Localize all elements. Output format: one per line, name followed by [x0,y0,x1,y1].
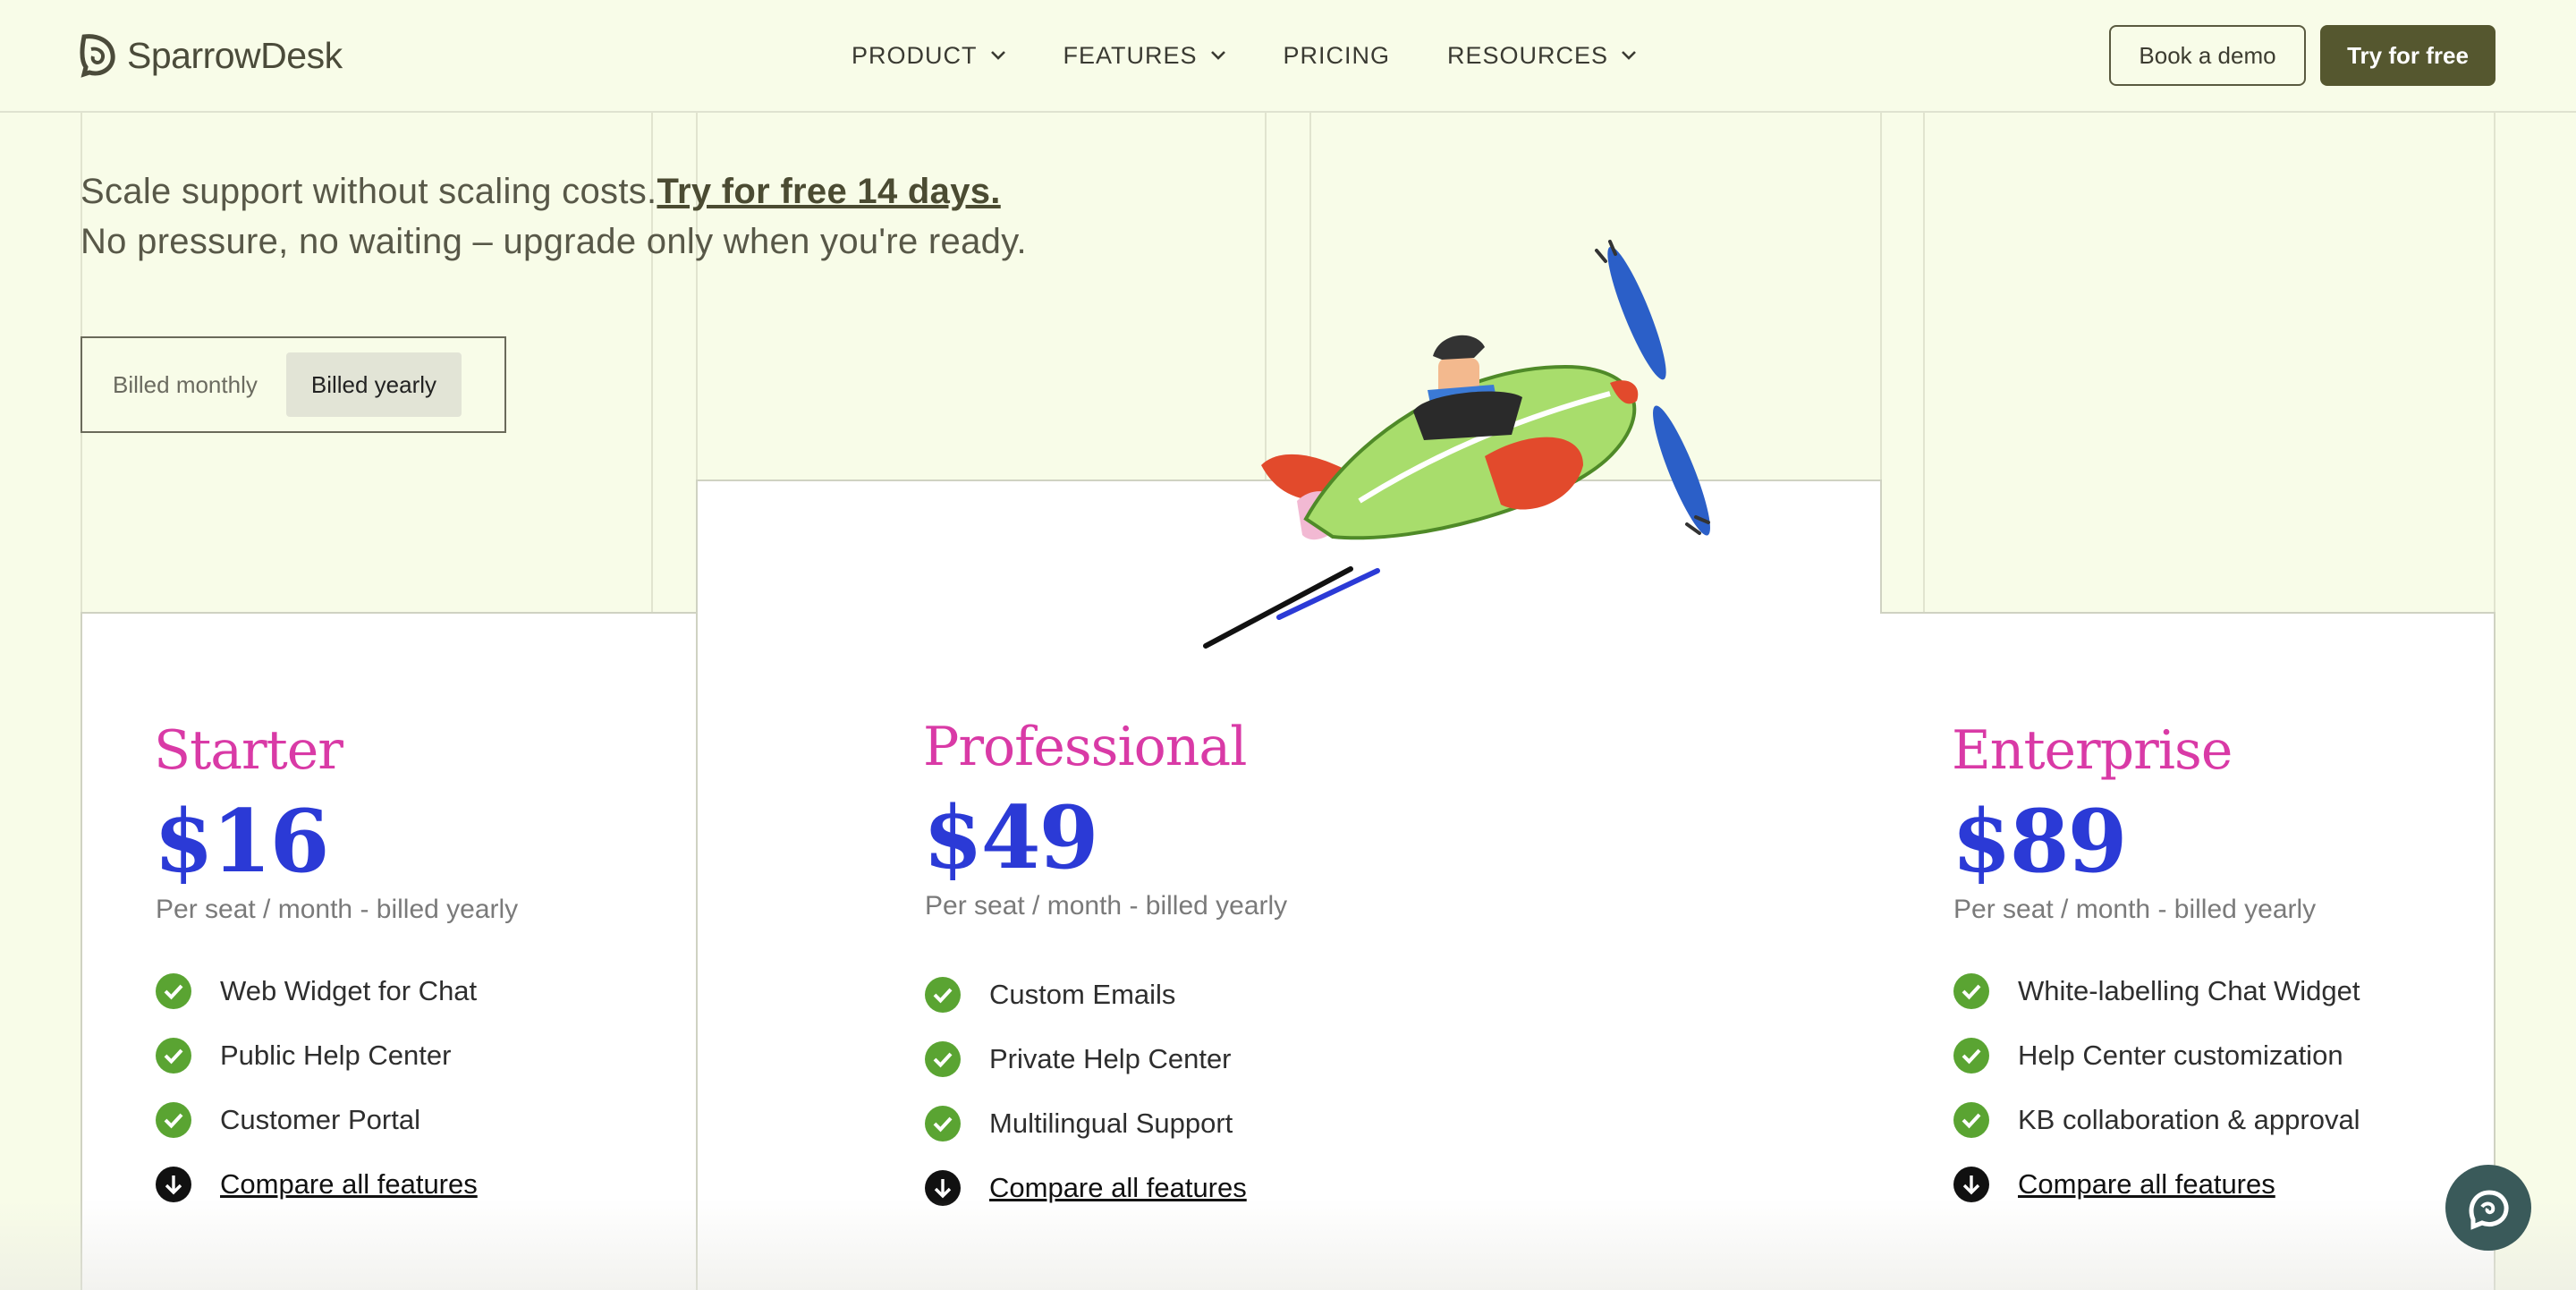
chevron-down-icon [990,51,1005,60]
plan-billing-note: Per seat / month - billed yearly [1953,895,2317,924]
feature-label: Custom Emails [989,979,1176,1010]
grid-line [1880,113,1882,480]
check-circle-icon [156,973,191,1009]
feature-list: White-labelling Chat Widget Help Center … [1953,959,2360,1217]
feature-label: Customer Portal [220,1104,420,1135]
check-circle-icon [1953,973,1989,1009]
main-menu: PRODUCT FEATURES PRICING RESOURCES [852,38,1694,73]
logo[interactable]: SparrowDesk [79,27,343,84]
chat-launcher-button[interactable] [2445,1165,2531,1251]
trial-link[interactable]: Try for free 14 days. [657,172,1000,211]
check-circle-icon [1953,1102,1989,1138]
list-item: Multilingual Support [925,1091,1247,1156]
plan-card-starter: Starter $16 Per seat / month - billed ye… [80,612,698,1290]
list-item: White-labelling Chat Widget [1953,959,2360,1023]
chevron-down-icon [1622,51,1636,60]
plan-name: Starter [154,719,343,782]
arrow-down-circle-icon [156,1167,191,1202]
feature-label: Private Help Center [989,1043,1232,1074]
check-circle-icon [925,1106,961,1141]
brand-name: SparrowDesk [127,34,343,76]
list-item: Public Help Center [156,1023,478,1088]
check-circle-icon [156,1102,191,1138]
hero-line-1: Scale support without scaling costs.Try … [80,166,1027,216]
list-item: KB collaboration & approval [1953,1088,2360,1152]
feature-label: Help Center customization [2018,1040,2343,1071]
top-navigation: SparrowDesk PRODUCT FEATURES PRICING RES… [0,0,2576,113]
plan-card-enterprise: Enterprise $89 Per seat / month - billed… [1880,612,2496,1290]
plan-price: $89 [1952,791,2127,892]
hero-line-2: No pressure, no waiting – upgrade only w… [80,222,1027,261]
sparrowdesk-logo-icon [80,34,115,78]
list-item: Web Widget for Chat [156,959,478,1023]
chat-bubble-icon [2469,1190,2509,1230]
menu-product[interactable]: PRODUCT [852,38,1006,73]
chevron-down-icon [1210,51,1225,60]
plan-billing-note: Per seat / month - billed yearly [925,891,1288,921]
plan-price: $16 [154,791,329,892]
grid-line [2494,113,2496,614]
list-item: Customer Portal [156,1088,478,1152]
hero-tagline: Scale support without scaling costs. [80,172,657,211]
feature-label: Public Help Center [220,1040,452,1071]
plan-billing-note: Per seat / month - billed yearly [156,895,519,924]
feature-label: Multilingual Support [989,1108,1233,1139]
plan-name: Enterprise [1952,719,2233,782]
check-circle-icon [1953,1038,1989,1074]
list-item: Private Help Center [925,1027,1247,1091]
billed-yearly-option[interactable]: Billed yearly [285,352,462,417]
feature-list: Custom Emails Private Help Center Multil… [925,963,1247,1220]
feature-label: Web Widget for Chat [220,975,478,1006]
feature-list: Web Widget for Chat Public Help Center C… [156,959,478,1217]
billing-toggle: Billed monthly Billed yearly [80,336,506,433]
arrow-down-circle-icon [1953,1167,1989,1202]
billed-monthly-option[interactable]: Billed monthly [97,352,274,417]
grid-line [1923,113,1925,614]
menu-pricing[interactable]: PRICING [1284,38,1391,73]
book-demo-button[interactable]: Book a demo [2109,25,2306,86]
arrow-down-circle-icon [925,1170,961,1206]
compare-label: Compare all features [989,1172,1247,1203]
feature-label: White-labelling Chat Widget [2018,975,2360,1006]
menu-pricing-label: PRICING [1283,41,1391,69]
menu-resources-label: RESOURCES [1447,41,1609,69]
compare-label: Compare all features [220,1168,478,1200]
list-item: Help Center customization [1953,1023,2360,1088]
airplane-illustration [1203,240,1710,649]
check-circle-icon [156,1038,191,1074]
check-circle-icon [925,977,961,1013]
list-item: Custom Emails [925,963,1247,1027]
compare-label: Compare all features [2018,1168,2275,1200]
menu-features-label: FEATURES [1063,41,1198,69]
hero-text: Scale support without scaling costs.Try … [80,166,1027,267]
try-free-button[interactable]: Try for free [2320,25,2496,86]
compare-features-link[interactable]: Compare all features [925,1156,1247,1220]
menu-product-label: PRODUCT [852,41,978,69]
menu-resources[interactable]: RESOURCES [1447,38,1637,73]
menu-features[interactable]: FEATURES [1063,38,1226,73]
plan-name: Professional [923,716,1247,778]
compare-features-link[interactable]: Compare all features [1953,1152,2360,1217]
plan-price: $49 [923,787,1098,888]
check-circle-icon [925,1041,961,1077]
compare-features-link[interactable]: Compare all features [156,1152,478,1217]
feature-label: KB collaboration & approval [2018,1104,2360,1135]
